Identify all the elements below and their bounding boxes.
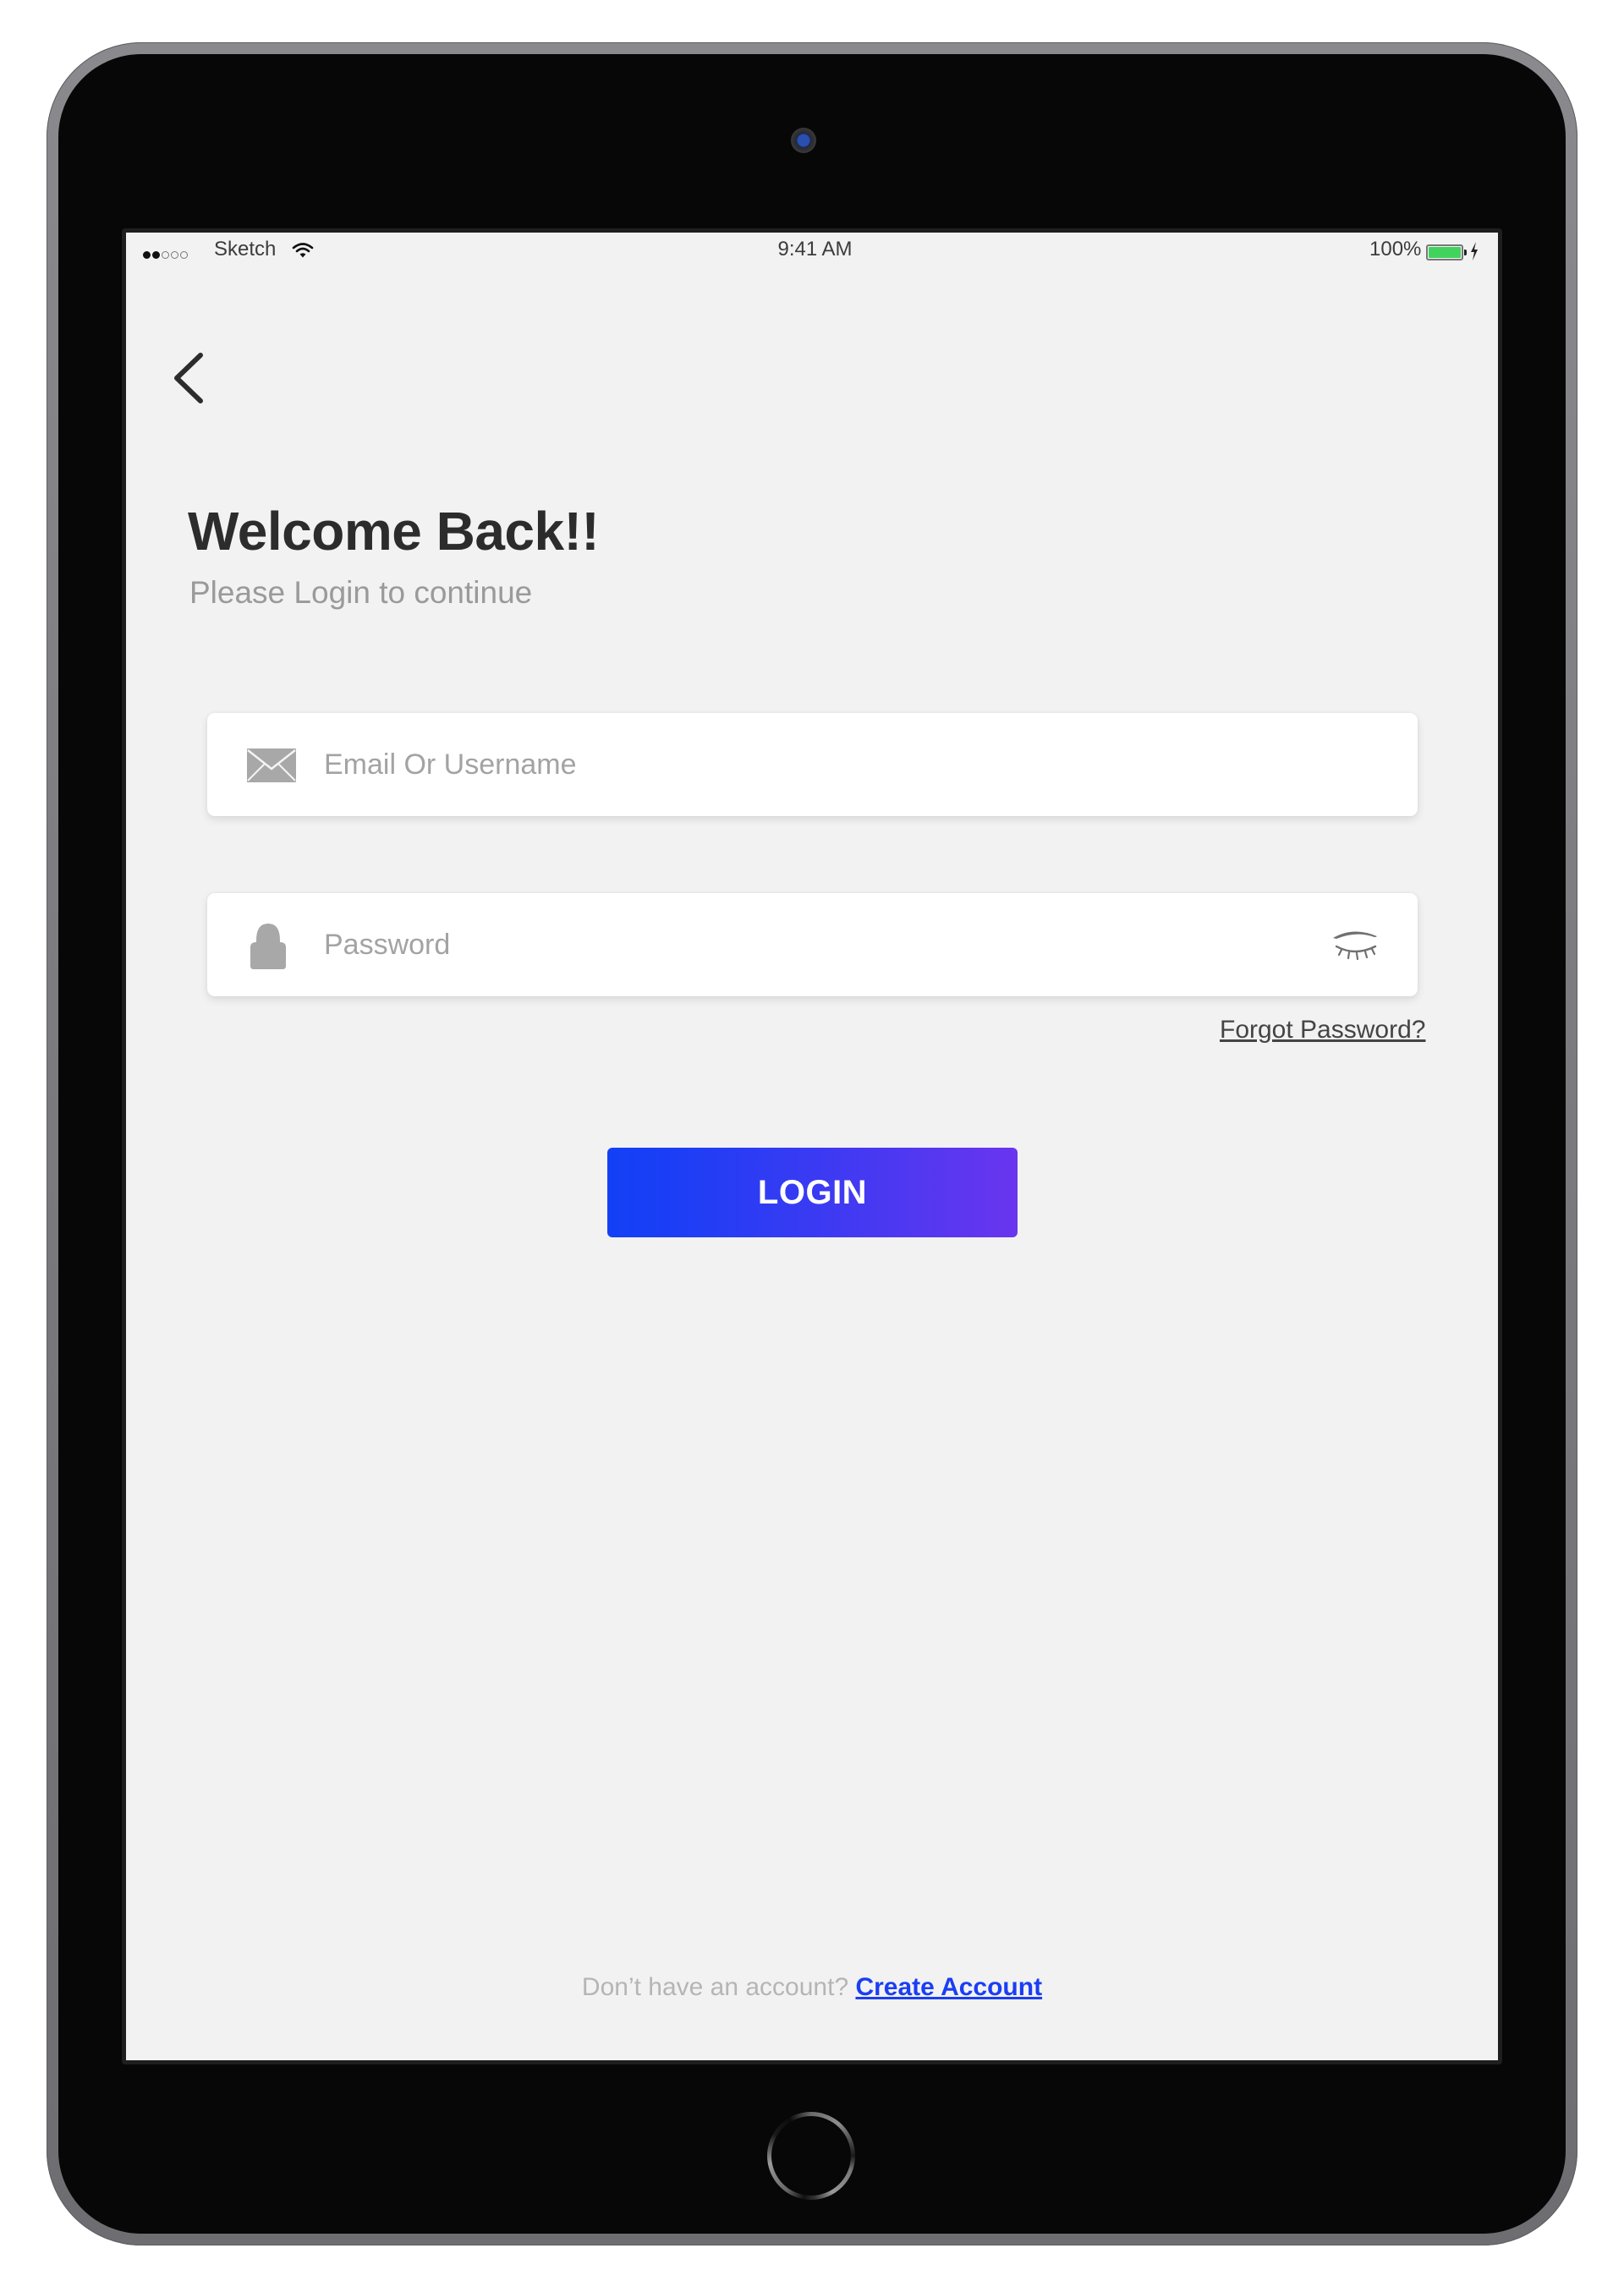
create-account-link[interactable]: Create Account xyxy=(855,1973,1042,2001)
forgot-password-link[interactable]: Forgot Password? xyxy=(1220,1016,1425,1045)
page-subtitle: Please Login to continue xyxy=(189,575,533,610)
front-camera xyxy=(791,128,816,153)
lock-icon xyxy=(250,924,286,969)
email-field[interactable] xyxy=(207,713,1418,816)
status-time: 9:41 AM xyxy=(777,238,853,260)
chevron-left-icon xyxy=(174,353,203,403)
signup-prompt-text: Don’t have an account? xyxy=(581,1973,856,2001)
email-input[interactable] xyxy=(324,713,1297,816)
app-screen: Sketch 9:41 AM 100% Welcome Back!! Pleas… xyxy=(126,233,1498,2060)
password-input[interactable] xyxy=(324,893,1297,996)
password-field[interactable] xyxy=(207,893,1418,996)
envelope-icon xyxy=(247,748,296,782)
page-title: Welcome Back!! xyxy=(188,501,600,562)
battery-tip xyxy=(1464,249,1467,255)
home-button[interactable] xyxy=(767,2112,855,2200)
eye-closed-icon[interactable] xyxy=(1331,929,1379,962)
battery-level-fill xyxy=(1429,247,1461,258)
signup-prompt: Don’t have an account? Create Account xyxy=(126,1973,1498,2002)
charging-bolt-icon xyxy=(1471,242,1478,260)
battery-percent: 100% xyxy=(1369,238,1422,260)
login-button[interactable]: LOGIN xyxy=(607,1148,1018,1237)
status-bar: Sketch 9:41 AM 100% xyxy=(126,233,1498,266)
battery-icon xyxy=(1426,244,1463,260)
back-button[interactable] xyxy=(168,347,211,410)
